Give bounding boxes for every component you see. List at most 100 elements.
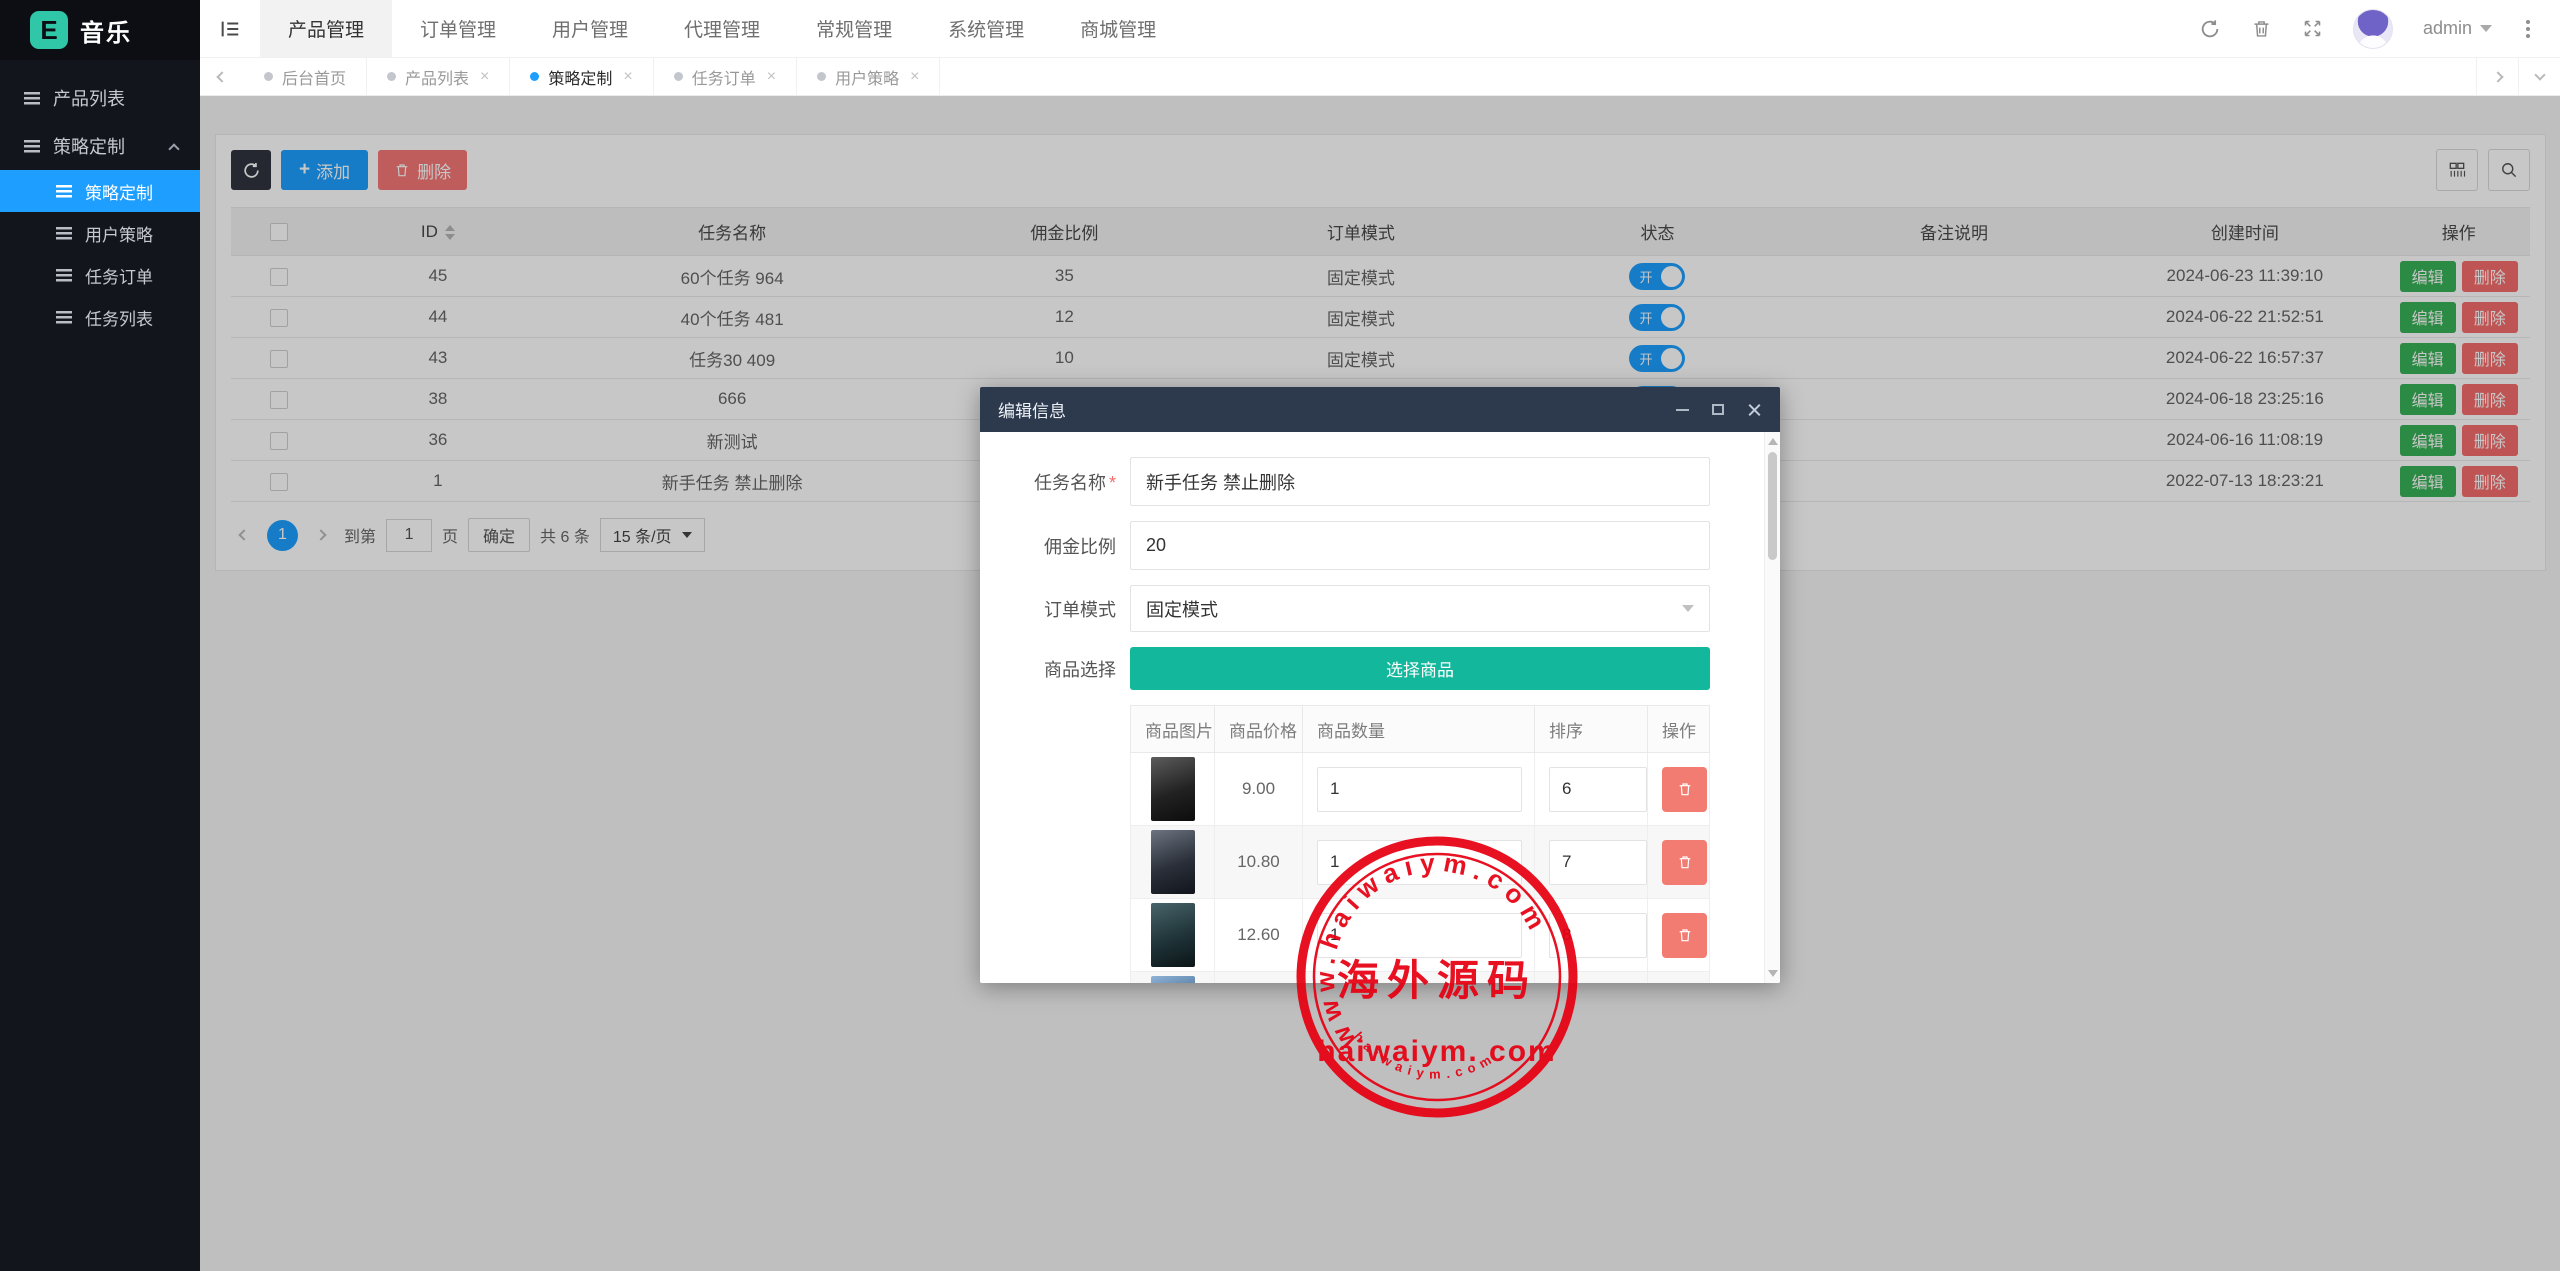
form-row-task-name: 任务名称* [980, 457, 1780, 506]
tab-menu-icon[interactable] [2518, 58, 2560, 95]
tab-close-icon[interactable]: × [480, 68, 489, 86]
tab-label: 产品列表 [405, 65, 469, 89]
sidebar-nav: 产品列表 策略定制 策略定制 用户策略 任务订单 任务列表 [0, 60, 200, 338]
minimize-icon[interactable] [1674, 402, 1690, 418]
product-table: 商品图片 商品价格 商品数量 排序 操作 9.00 [1130, 705, 1710, 983]
topnav-item-user[interactable]: 用户管理 [524, 0, 656, 57]
remove-product-button[interactable] [1662, 913, 1707, 958]
quantity-input[interactable] [1317, 767, 1522, 812]
app-logo: E 音乐 [0, 0, 200, 60]
logo-icon: E [30, 11, 68, 49]
pcol-op: 操作 [1648, 706, 1710, 753]
scrollbar-thumb[interactable] [1768, 452, 1777, 560]
select-product-button[interactable]: 选择商品 [1130, 647, 1710, 690]
tab-label: 用户策略 [835, 65, 899, 89]
product-row: 18.00 [1131, 972, 1710, 984]
product-select-label: 商品选择 [998, 656, 1116, 682]
modal-title: 编辑信息 [998, 397, 1066, 422]
topnav-item-general[interactable]: 常规管理 [788, 0, 920, 57]
product-price: 9.00 [1215, 753, 1303, 826]
product-row: 9.00 [1131, 753, 1710, 826]
remove-product-button[interactable] [1662, 767, 1707, 812]
more-menu-icon[interactable] [2522, 16, 2534, 42]
top-menu: 产品管理 订单管理 用户管理 代理管理 常规管理 系统管理 商城管理 [260, 0, 1184, 57]
order-mode-select[interactable]: 固定模式 [1130, 585, 1710, 632]
sort-input[interactable] [1549, 767, 1647, 812]
topnav-item-mall[interactable]: 商城管理 [1052, 0, 1184, 57]
modal-body: 任务名称* 佣金比例 订单模式 固定模式 商品选择 选择商品 [980, 432, 1780, 983]
tab-product-list[interactable]: 产品列表 × [367, 58, 510, 95]
product-header-row: 商品图片 商品价格 商品数量 排序 操作 [1131, 706, 1710, 753]
quantity-input[interactable] [1317, 840, 1522, 885]
tab-user-strategy[interactable]: 用户策略 × [797, 58, 940, 95]
sidebar-item-label: 任务列表 [85, 305, 153, 330]
list-icon [24, 92, 40, 105]
list-icon [56, 269, 72, 282]
list-icon [56, 311, 72, 324]
user-menu[interactable]: admin [2423, 18, 2492, 39]
sidebar-item-strategy-custom[interactable]: 策略定制 [0, 170, 200, 212]
tab-scroll-left[interactable] [200, 58, 244, 95]
quantity-input[interactable] [1317, 913, 1522, 958]
sidebar-item-label: 策略定制 [85, 179, 153, 204]
sort-input[interactable] [1549, 840, 1647, 885]
sidebar-item-label: 用户策略 [85, 221, 153, 246]
task-name-label: 任务名称* [998, 469, 1116, 495]
product-row: 10.80 [1131, 826, 1710, 899]
topnav-item-agent[interactable]: 代理管理 [656, 0, 788, 57]
sidebar: E 音乐 产品列表 策略定制 策略定制 用户策略 任务 [0, 0, 200, 1271]
pcol-sort: 排序 [1535, 706, 1648, 753]
sidebar-item-strategy-group[interactable]: 策略定制 [0, 122, 200, 170]
form-row-product-select: 商品选择 选择商品 [980, 647, 1780, 690]
pcol-image: 商品图片 [1131, 706, 1215, 753]
tab-dot [264, 72, 273, 81]
list-icon [56, 227, 72, 240]
tab-dot [387, 72, 396, 81]
topbar-actions: admin [2199, 0, 2560, 57]
tab-home[interactable]: 后台首页 [244, 58, 367, 95]
tab-dot [674, 72, 683, 81]
form-row-commission: 佣金比例 [980, 521, 1780, 570]
pcol-price: 商品价格 [1215, 706, 1303, 753]
sidebar-item-task-list[interactable]: 任务列表 [0, 296, 200, 338]
sidebar-item-product-list[interactable]: 产品列表 [0, 74, 200, 122]
product-image [1151, 757, 1195, 821]
product-image [1151, 903, 1195, 967]
maximize-icon[interactable] [1710, 402, 1726, 418]
modal-scrollbar[interactable] [1764, 432, 1780, 983]
user-avatar[interactable] [2353, 9, 2393, 49]
tab-close-icon[interactable]: × [623, 68, 632, 86]
chevron-down-icon [1682, 605, 1694, 612]
topnav-item-system[interactable]: 系统管理 [920, 0, 1052, 57]
scroll-down-icon[interactable] [1768, 970, 1778, 977]
tab-dot [817, 72, 826, 81]
trash-icon [1677, 927, 1693, 943]
trash-icon[interactable] [2251, 18, 2272, 39]
product-price: 18.00 [1215, 972, 1303, 984]
sidebar-item-task-order[interactable]: 任务订单 [0, 254, 200, 296]
topnav-item-order[interactable]: 订单管理 [392, 0, 524, 57]
tab-dot [530, 72, 539, 81]
tab-close-icon[interactable]: × [767, 68, 776, 86]
remove-product-button[interactable] [1662, 840, 1707, 885]
sidebar-collapse-icon[interactable] [200, 0, 260, 57]
tab-strategy-custom[interactable]: 策略定制 × [510, 58, 653, 95]
edit-modal: 编辑信息 任务名称* 佣金比例 订单模式 固定模式 [980, 387, 1780, 983]
commission-label: 佣金比例 [998, 533, 1116, 559]
commission-input[interactable] [1130, 521, 1710, 570]
product-image [1151, 830, 1195, 894]
topnav-item-product[interactable]: 产品管理 [260, 0, 392, 57]
tab-task-order[interactable]: 任务订单 × [654, 58, 797, 95]
task-name-input[interactable] [1130, 457, 1710, 506]
admin-page: E 音乐 产品列表 策略定制 策略定制 用户策略 任务 [0, 0, 2560, 1271]
modal-window-controls [1674, 402, 1762, 418]
tab-scroll-right[interactable] [2476, 58, 2518, 95]
refresh-icon[interactable] [2199, 18, 2221, 40]
tab-close-icon[interactable]: × [910, 68, 919, 86]
sidebar-item-user-strategy[interactable]: 用户策略 [0, 212, 200, 254]
list-icon [24, 140, 40, 153]
scroll-up-icon[interactable] [1768, 438, 1778, 445]
fullscreen-icon[interactable] [2302, 18, 2323, 39]
sort-input[interactable] [1549, 913, 1647, 958]
close-icon[interactable] [1746, 402, 1762, 418]
